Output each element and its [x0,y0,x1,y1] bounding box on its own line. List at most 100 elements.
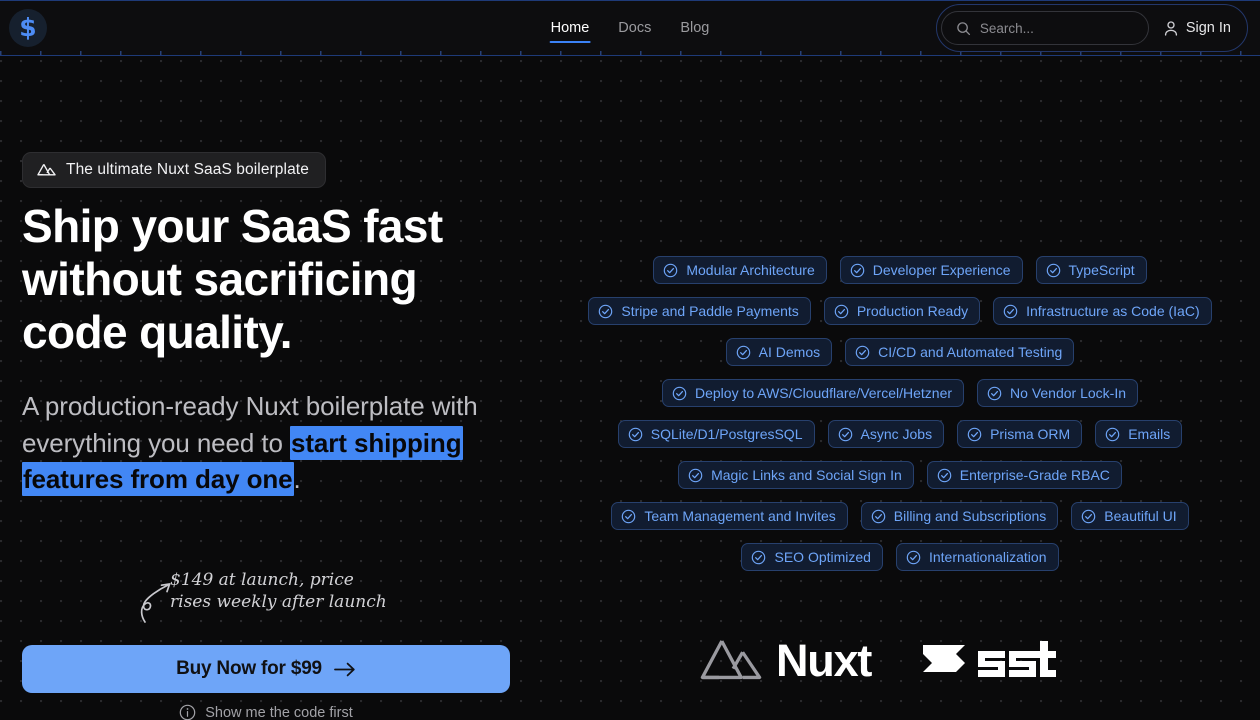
feature-pill-row: Deploy to AWS/Cloudflare/Vercel/Hetzner N… [560,379,1240,407]
search-icon [957,21,970,35]
feature-pill-label: Async Jobs [860,426,933,442]
feature-pill[interactable]: Modular Architecture [653,256,827,284]
hero-subcopy-tail: . [293,464,301,494]
nuxt-mountain-icon [37,164,56,176]
nav-item-blog[interactable]: Blog [679,3,710,54]
feature-pill-row: Stripe and Paddle Payments Production Rea… [560,297,1240,325]
feature-pill-label: Developer Experience [872,262,1011,278]
check-circle-icon [752,550,766,564]
feature-pill[interactable]: AI Demos [725,338,833,366]
feature-pill-cloud: Modular Architecture Developer Experience… [560,256,1240,571]
search-placeholder: Search... [979,20,1034,36]
sign-in-button[interactable]: Sign In [1149,11,1243,45]
feature-pill[interactable]: Internationalization [895,543,1059,571]
nuxt-wordmark: Nuxt [776,634,872,686]
feature-pill[interactable]: Enterprise-Grade RBAC [926,461,1122,489]
feature-pill[interactable]: Billing and Subscriptions [860,502,1059,530]
price-note: $149 at launch, price rises weekly after… [170,570,387,612]
check-circle-icon [628,427,643,441]
feature-pill-label: Beautiful UI [1104,508,1177,524]
feature-pill[interactable]: Production Ready [823,297,981,325]
check-circle-icon [850,263,865,277]
feature-pill[interactable]: No Vendor Lock-In [977,379,1138,407]
page-title: Ship your SaaS fast without sacrificing … [22,200,443,358]
dollar-glyph: $ [19,12,37,42]
feature-pill[interactable]: Beautiful UI [1071,502,1189,530]
feature-pill-label: No Vendor Lock-In [1010,385,1126,401]
show-code-link[interactable]: Show me the code first [22,704,510,720]
feature-pill[interactable]: Infrastructure as Code (IaC) [993,297,1212,325]
feature-pill-label: AI Demos [758,344,821,360]
feature-pill[interactable]: Prisma ORM [957,420,1083,448]
check-circle-icon [967,427,982,441]
tech-stack-logos: Nuxt [700,636,1063,684]
feature-pill[interactable]: Stripe and Paddle Payments [588,297,811,325]
feature-pill-label: Modular Architecture [686,262,815,278]
site-logo[interactable]: $ [8,8,48,48]
feature-pill[interactable]: CI/CD and Automated Testing [845,338,1075,366]
check-circle-icon [871,509,886,523]
feature-pill-label: Infrastructure as Code (IaC) [1026,303,1200,319]
sst-logo-icon [923,641,1057,677]
arrow-right-icon [334,662,355,676]
search-input[interactable]: Search... [940,11,1149,45]
check-circle-icon [1003,304,1018,318]
nav-item-docs[interactable]: Docs [617,3,652,54]
feature-pill-label: Deploy to AWS/Cloudflare/Vercel/Hetzner [694,385,953,401]
header-actions: Search... Sign In [935,4,1248,52]
feature-pill-label: Emails [1128,426,1171,442]
feature-pill-label: Prisma ORM [990,426,1071,442]
info-icon [179,704,196,720]
feature-pill-label: SQLite/D1/PostgresSQL [650,426,803,442]
feature-pill[interactable]: Developer Experience [839,256,1023,284]
feature-pill-label: Magic Links and Social Sign In [711,467,902,483]
feature-pill-row: Team Management and Invites Billing and S… [560,502,1240,530]
feature-pill-label: CI/CD and Automated Testing [878,344,1063,360]
feature-pill-row: SEO Optimized Internationalization [560,543,1240,571]
feature-pill-row: SQLite/D1/PostgresSQL Async Jobs Prisma OR… [560,420,1240,448]
feature-pill-label: Stripe and Paddle Payments [621,303,799,319]
nav-item-home[interactable]: Home [549,3,591,54]
check-circle-icon [838,427,852,441]
check-circle-icon [672,386,687,400]
feature-pill-row: Magic Links and Social Sign In Enterprise… [560,461,1240,489]
feature-pill[interactable]: Emails [1095,420,1183,448]
site-header: $ Home Docs Blog Search... Sign In [0,0,1260,56]
user-icon [1164,20,1177,36]
feature-pill-row: AI Demos CI/CD and Automated Testing [560,338,1240,366]
feature-pill[interactable]: SQLite/D1/PostgresSQL [617,420,815,448]
check-circle-icon [622,509,636,523]
feature-pill[interactable]: TypeScript [1035,256,1147,284]
feature-pill[interactable]: Deploy to AWS/Cloudflare/Vercel/Hetzner [661,379,965,407]
check-circle-icon [688,468,703,482]
buy-now-button[interactable]: Buy Now for $99 [22,645,510,693]
hero-subcopy: A production-ready Nuxt boilerplate with… [22,388,500,498]
check-circle-icon [599,304,613,318]
show-code-label: Show me the code first [205,704,353,720]
feature-pill-label: Team Management and Invites [644,508,836,524]
feature-pill-row: Modular Architecture Developer Experience… [560,256,1240,284]
sst-mark [923,645,966,672]
check-circle-icon [736,345,750,359]
check-circle-icon [664,263,678,277]
feature-pill[interactable]: Team Management and Invites [611,502,848,530]
check-circle-icon [906,550,921,564]
nuxt-mountain-logo-icon [700,640,762,680]
sst-wordmark [978,641,1057,677]
check-circle-icon [855,345,870,359]
dollar-sign-logo-icon: $ [9,9,47,47]
feature-pill[interactable]: Async Jobs [827,420,945,448]
feature-pill[interactable]: Magic Links and Social Sign In [678,461,914,489]
buy-now-label: Buy Now for $99 [176,658,322,679]
feature-pill-label: SEO Optimized [774,549,871,565]
hero-badge-label: The ultimate Nuxt SaaS boilerplate [66,161,309,178]
feature-pill-label: Enterprise-Grade RBAC [959,467,1110,483]
check-circle-icon [834,304,849,318]
check-circle-icon [1082,509,1096,523]
check-circle-icon [1105,427,1120,441]
feature-pill[interactable]: SEO Optimized [741,543,883,571]
check-circle-icon [987,386,1002,400]
check-circle-icon [937,468,952,482]
check-circle-icon [1046,263,1060,277]
feature-pill-label: Production Ready [856,303,969,319]
